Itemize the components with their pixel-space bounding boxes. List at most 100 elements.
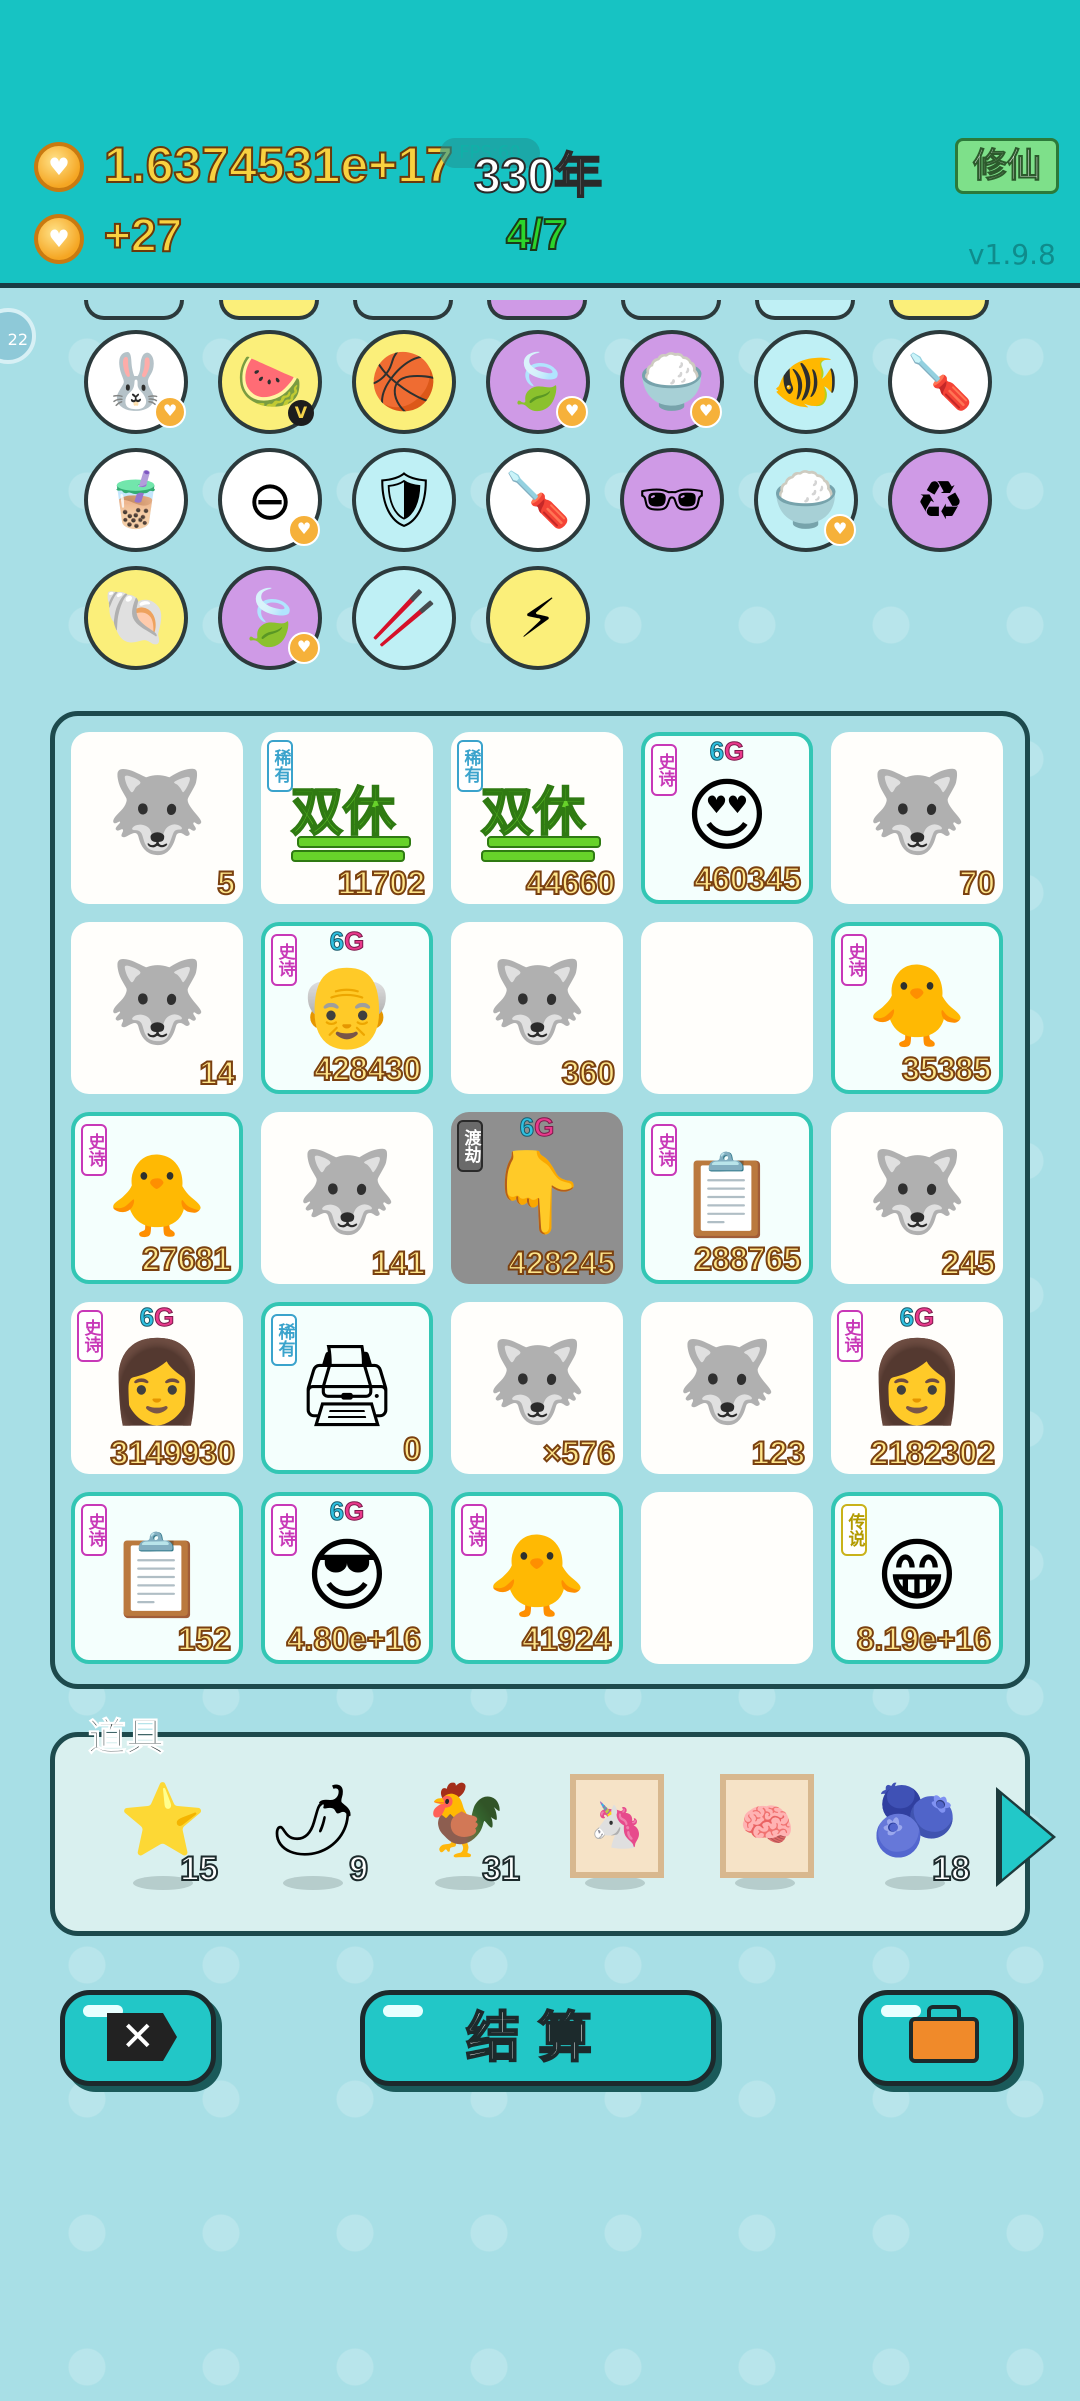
settle-label: 结算 bbox=[465, 2005, 610, 2070]
circle-partial bbox=[621, 300, 721, 320]
circle-partial bbox=[219, 300, 319, 320]
item-circle-minus-sign[interactable]: ⊖ ♥ bbox=[218, 448, 322, 552]
coin-rate: +27 bbox=[103, 208, 183, 262]
board-cell[interactable]: 🐺 70 bbox=[831, 732, 1003, 904]
board-cell[interactable]: 🐺 5 bbox=[71, 732, 243, 904]
board-cell[interactable]: 🖨 稀有 0 bbox=[261, 1302, 433, 1474]
husky-dog-icon: 🐺 bbox=[107, 765, 207, 858]
husky-dog-icon: 🐺 bbox=[107, 955, 207, 1048]
board-cell[interactable]: 😍 6G 史诗 460345 bbox=[641, 732, 813, 904]
board-cell[interactable]: 🐺 245 bbox=[831, 1112, 1003, 1284]
item-circle-screwdriver[interactable]: 🪛 bbox=[486, 448, 590, 552]
screwdriver-icon: 🪛 bbox=[504, 468, 572, 531]
item-circle-sunglasses-orange[interactable]: 🕶 bbox=[620, 448, 724, 552]
6g-g: G bbox=[344, 926, 365, 957]
cell-value: 41924 bbox=[521, 1620, 612, 1658]
board-cell[interactable]: 👇 6G 渡劫 428245 bbox=[451, 1112, 623, 1284]
item-circle-rice-bowl[interactable]: 🍚 ♥ bbox=[754, 448, 858, 552]
shield-wrench-icon: 🛡 bbox=[369, 468, 439, 531]
item-circle-fish-tank[interactable]: 🐠 bbox=[754, 330, 858, 434]
tool-item-blueberry[interactable]: 🫐 18 bbox=[860, 1770, 971, 1900]
board-cell[interactable]: 📋 史诗 288765 bbox=[641, 1112, 813, 1284]
6g-g: G bbox=[724, 736, 745, 767]
rarity-tag: 稀有 bbox=[271, 1314, 297, 1366]
brain-face-frame-icon: 🧠 bbox=[720, 1774, 814, 1878]
6g-g: G bbox=[534, 1112, 555, 1143]
cell-value: 35385 bbox=[901, 1050, 992, 1088]
tools-next-arrow-icon[interactable] bbox=[1002, 1795, 1052, 1879]
exit-button[interactable]: ✕ bbox=[60, 1990, 216, 2086]
tool-count: 31 bbox=[481, 1849, 521, 1889]
item-circle-fruit-bowl[interactable]: 🍉 V bbox=[218, 330, 322, 434]
board-cell[interactable]: 🐺 360 bbox=[451, 922, 623, 1094]
rarity-tag: 史诗 bbox=[271, 934, 297, 986]
tool-item-star[interactable]: ⭐ 15 bbox=[108, 1770, 219, 1900]
cell-value: ×576 bbox=[542, 1434, 616, 1472]
item-circle-shield-wrench[interactable]: 🛡 bbox=[352, 448, 456, 552]
board-cell[interactable]: 👴 6G 史诗 428430 bbox=[261, 922, 433, 1094]
tools-title: 道具 bbox=[87, 1715, 165, 1760]
board-cell[interactable]: 👩 6G 史诗 3149930 bbox=[71, 1302, 243, 1474]
rarity-tag: 史诗 bbox=[81, 1504, 107, 1556]
board-cell[interactable]: 👩 6G 史诗 2182302 bbox=[831, 1302, 1003, 1474]
lightning-icon: ⚡ bbox=[519, 586, 557, 650]
level-progress: 4/7 bbox=[505, 209, 568, 260]
v-badge: V bbox=[288, 400, 314, 426]
6g-six: 6 bbox=[899, 1302, 915, 1333]
board-cell[interactable]: 🐥 史诗 35385 bbox=[831, 922, 1003, 1094]
bubble-tea-icon: 🧋 bbox=[102, 468, 170, 531]
shell-icon: 🐚 bbox=[102, 586, 170, 649]
unicorn-frame-icon: 🦄 bbox=[570, 1774, 664, 1878]
screwdriver-icon: 🪛 bbox=[906, 350, 974, 413]
board-cell[interactable]: 🐥 史诗 41924 bbox=[451, 1492, 623, 1664]
board-cell[interactable]: 🐺 141 bbox=[261, 1112, 433, 1284]
tool-item-unicorn-frame[interactable]: 🦄 bbox=[560, 1770, 670, 1900]
settle-button[interactable]: 结算 bbox=[360, 1990, 716, 2086]
basketballs-icon: 🏀 bbox=[370, 350, 438, 413]
tool-item-brain-face-frame[interactable]: 🧠 bbox=[710, 1770, 820, 1900]
item-circle-recycle[interactable]: ♻ bbox=[888, 448, 992, 552]
board-cell[interactable]: 双休 稀有 44660 bbox=[451, 732, 623, 904]
board-cell[interactable]: 🐺 123 bbox=[641, 1302, 813, 1474]
board-cell[interactable]: 双休 稀有 11702 bbox=[261, 732, 433, 904]
item-circle-lightning[interactable]: ⚡ bbox=[486, 566, 590, 670]
item-circle-rice-bowl[interactable]: 🍚 ♥ bbox=[620, 330, 724, 434]
rarity-tag: 史诗 bbox=[841, 934, 867, 986]
sunglasses-orange-icon: 🕶 bbox=[637, 468, 707, 531]
item-circle-basketballs[interactable]: 🏀 bbox=[352, 330, 456, 434]
board-cell-empty bbox=[641, 922, 813, 1094]
board-cell[interactable]: 📋 史诗 152 bbox=[71, 1492, 243, 1664]
tool-shadow bbox=[283, 1876, 343, 1890]
cell-value: 11702 bbox=[337, 864, 426, 902]
board-cell[interactable]: 🐥 史诗 27681 bbox=[71, 1112, 243, 1284]
tool-item-white-bird[interactable]: 🐓 31 bbox=[410, 1770, 521, 1900]
item-circle-leaf[interactable]: 🍃 ♥ bbox=[486, 330, 590, 434]
board-cell[interactable]: 😎 6G 史诗 4.80e+16 bbox=[261, 1492, 433, 1664]
backpack-button[interactable] bbox=[858, 1990, 1018, 2086]
tool-item-chili-pepper[interactable]: 🌶 9 bbox=[258, 1770, 369, 1900]
item-circle-screwdriver[interactable]: 🪛 bbox=[888, 330, 992, 434]
item-circle-chopsticks[interactable]: 🥢 bbox=[352, 566, 456, 670]
briefcase-icon bbox=[909, 2017, 979, 2063]
button-shine bbox=[383, 2005, 423, 2017]
6g-six: 6 bbox=[329, 1496, 345, 1527]
rarity-tag: 稀有 bbox=[457, 740, 483, 792]
cell-value: 0 bbox=[402, 1430, 422, 1468]
year-counter: 330年 bbox=[473, 149, 603, 204]
item-circle-bubble-tea[interactable]: 🧋 bbox=[84, 448, 188, 552]
circle-partial bbox=[84, 300, 184, 320]
item-circle-leaf[interactable]: 🍃 ♥ bbox=[218, 566, 322, 670]
cultivate-button[interactable]: 修仙 bbox=[955, 138, 1059, 194]
6g-six: 6 bbox=[709, 736, 725, 767]
item-circle-shell[interactable]: 🐚 bbox=[84, 566, 188, 670]
exit-icon: ✕ bbox=[107, 2013, 177, 2061]
board-cell[interactable]: 🐺 14 bbox=[71, 922, 243, 1094]
board-cell[interactable]: 🐺 ×576 bbox=[451, 1302, 623, 1474]
shuangxiu-line bbox=[291, 850, 405, 862]
item-circle-rabbit[interactable]: 🐰 ♥ bbox=[84, 330, 188, 434]
board-cell[interactable]: 😁 传说 8.19e+16 bbox=[831, 1492, 1003, 1664]
cell-value: 27681 bbox=[141, 1240, 232, 1278]
cell-value: 3149930 bbox=[109, 1434, 236, 1472]
6g-six: 6 bbox=[519, 1112, 535, 1143]
coin-rate-icon bbox=[34, 214, 84, 264]
